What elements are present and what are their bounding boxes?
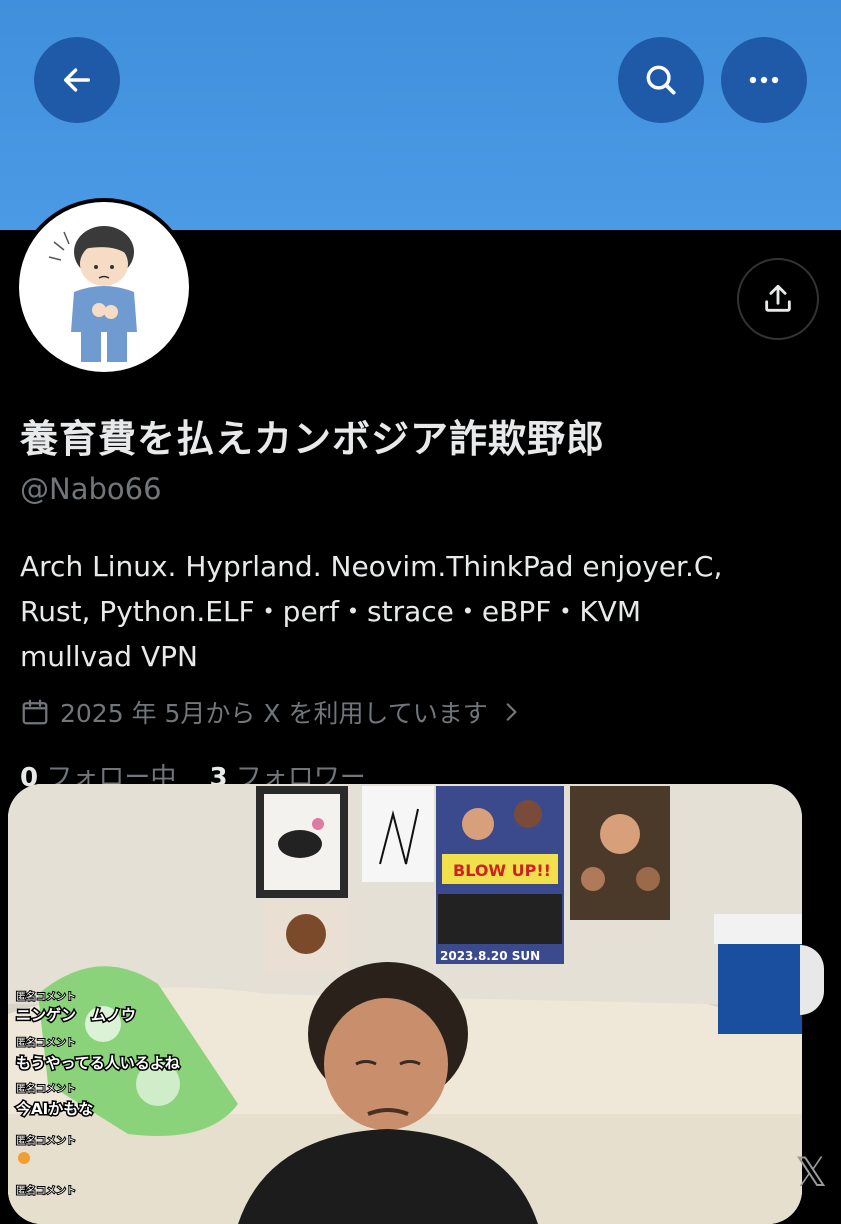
display-name: 養育費を払えカンボジア詐欺野郎 <box>20 417 606 461</box>
arrow-left-icon <box>63 68 91 92</box>
share-icon <box>765 284 791 312</box>
comment-label: 匿名コメント <box>16 1082 76 1095</box>
join-date-link[interactable]: 2025 年 5月から X を利用しています <box>20 694 534 730</box>
comment-text: もうやってる人いるよね <box>16 1054 180 1072</box>
back-button[interactable] <box>34 37 120 123</box>
more-horizontal-icon <box>749 76 779 84</box>
bio-line: Rust, Python.ELF・perf・strace・eBPF・KVM <box>20 595 641 628</box>
following-count: 0 <box>20 763 39 787</box>
comment-label: 匿名コメント <box>16 1036 76 1049</box>
comment-text: ニンゲン ムノウ <box>16 1006 136 1024</box>
bio-line: Arch Linux. Hyprland. Neovim.ThinkPad en… <box>20 550 723 583</box>
avatar-image <box>19 202 189 372</box>
bio-line: mullvad VPN <box>20 640 198 673</box>
more-button[interactable] <box>721 37 807 123</box>
avatar[interactable] <box>15 198 193 376</box>
profile-bio: Arch Linux. Hyprland. Neovim.ThinkPad en… <box>20 544 820 679</box>
calendar-icon <box>22 699 48 725</box>
search-icon <box>646 65 676 95</box>
follow-counts: 0 フォロー中 3 フォロワー <box>20 757 366 787</box>
comment-label: 匿名コメント <box>16 1184 76 1197</box>
join-date-text: 2025 年 5月から X を利用しています <box>60 699 488 728</box>
floating-video-player[interactable]: BLOW UP!! 2023.8.20 SUN 匿名コメント ニンゲン ムノウ <box>8 784 802 1224</box>
poster-title: BLOW UP!! <box>453 861 551 880</box>
comment-text: 今AIかもな <box>15 1100 93 1118</box>
comment-label: 匿名コメント <box>16 1134 76 1147</box>
x-logo-icon: 𝕏 <box>795 1150 828 1196</box>
poster-date: 2023.8.20 SUN <box>440 949 540 963</box>
comment-label: 匿名コメント <box>16 990 76 1003</box>
share-button[interactable] <box>737 258 819 340</box>
chevron-right-icon <box>506 703 517 721</box>
comment-emoji-icon <box>18 1152 30 1164</box>
partial-button[interactable] <box>800 945 824 1015</box>
search-button[interactable] <box>618 37 704 123</box>
profile-banner <box>0 0 841 230</box>
user-handle: @Nabo66 <box>20 472 162 506</box>
